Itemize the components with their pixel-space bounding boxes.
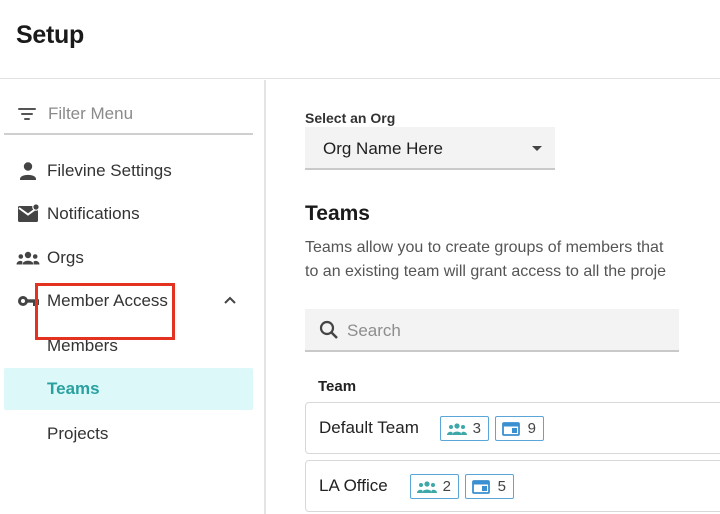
org-select-dropdown[interactable]: Org Name Here — [305, 127, 555, 170]
member-count-badge: 2 — [410, 474, 459, 499]
section-description: Teams allow you to create groups of memb… — [305, 236, 720, 284]
team-name: Default Team — [319, 418, 419, 437]
search-input[interactable]: Search — [305, 309, 679, 352]
sidebar-subitem-label: Projects — [47, 424, 109, 443]
projects-icon — [472, 480, 490, 494]
section-title: Teams — [305, 202, 370, 225]
header: Setup — [0, 0, 720, 79]
highlight-annotation — [35, 283, 175, 340]
projects-icon — [502, 422, 520, 436]
filter-menu-placeholder: Filter Menu — [48, 104, 134, 123]
sidebar-subitem-teams[interactable]: Teams — [4, 368, 253, 410]
search-placeholder: Search — [347, 321, 401, 340]
page-title: Setup — [16, 21, 84, 49]
chevron-up-icon[interactable] — [223, 293, 237, 307]
search-icon — [319, 320, 338, 339]
filter-menu-input[interactable]: Filter Menu — [4, 94, 253, 135]
person-icon — [20, 162, 36, 180]
member-count: 2 — [442, 478, 451, 495]
team-row[interactable]: LA Office 2 5 — [305, 460, 720, 512]
mail-icon — [18, 203, 40, 222]
members-icon — [417, 481, 437, 493]
main-content: Select an Org Org Name Here Teams Teams … — [268, 80, 720, 514]
sidebar-subitem-projects[interactable]: Projects — [4, 413, 253, 453]
sidebar-item-label: Filevine Settings — [47, 161, 172, 180]
project-count-badge: 5 — [465, 474, 514, 499]
sidebar-item-orgs[interactable]: Orgs — [4, 238, 253, 278]
caret-down-icon — [532, 146, 542, 151]
sidebar-item-filevine-settings[interactable]: Filevine Settings — [4, 151, 253, 191]
filter-icon — [18, 106, 38, 122]
org-select-label: Select an Org — [305, 110, 396, 126]
sidebar-item-label: Orgs — [47, 248, 84, 267]
sidebar-item-label: Notifications — [47, 204, 140, 223]
team-name: LA Office — [319, 476, 388, 495]
team-row[interactable]: Default Team 3 9 — [305, 402, 720, 454]
team-column-header: Team — [318, 378, 357, 395]
description-line: to an existing team will grant access to… — [305, 263, 667, 280]
description-line: Teams allow you to create groups of memb… — [305, 239, 664, 256]
group-icon — [16, 251, 40, 265]
project-count: 5 — [497, 478, 506, 495]
org-select-value: Org Name Here — [323, 139, 443, 158]
sidebar-item-notifications[interactable]: Notifications — [4, 194, 253, 234]
project-count: 9 — [527, 420, 536, 437]
members-icon — [447, 423, 467, 435]
sidebar-subitem-label: Teams — [47, 379, 100, 398]
project-count-badge: 9 — [495, 416, 544, 441]
member-count: 3 — [472, 420, 481, 437]
member-count-badge: 3 — [440, 416, 489, 441]
